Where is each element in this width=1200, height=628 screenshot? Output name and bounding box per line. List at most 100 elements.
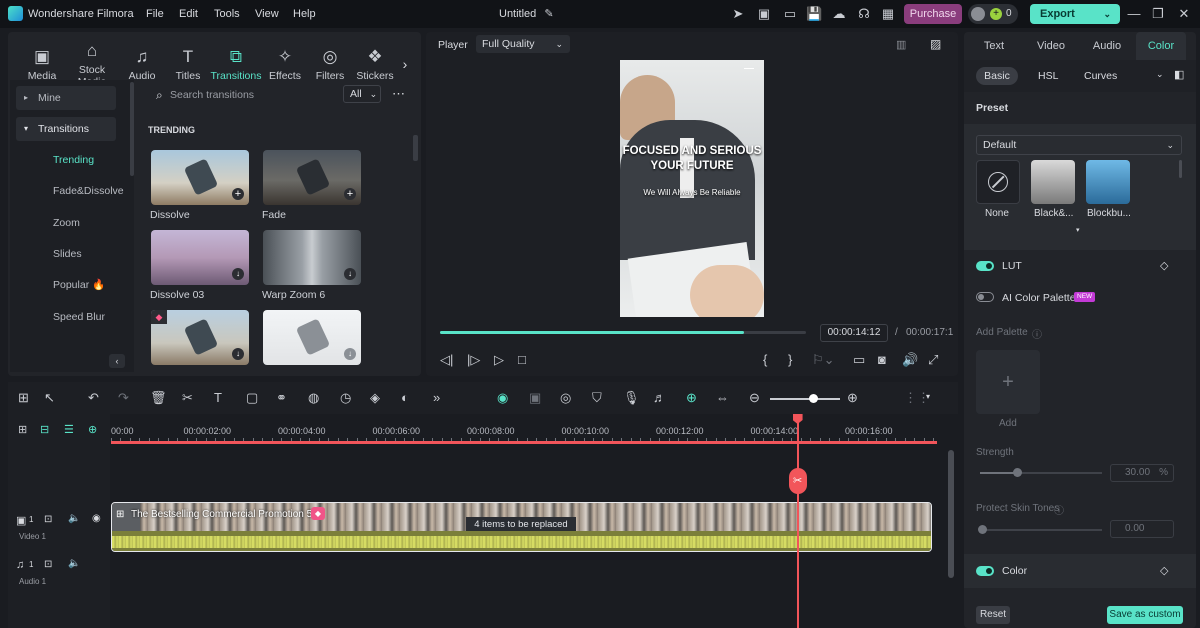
ai-palette-toggle[interactable] bbox=[976, 292, 994, 302]
more-tools-icon[interactable]: » bbox=[433, 390, 440, 405]
mark-out-icon[interactable]: } bbox=[788, 352, 792, 367]
transition-thumb-fade[interactable]: + bbox=[263, 150, 361, 205]
eye-icon[interactable]: ◉ bbox=[92, 513, 101, 524]
time-ruler[interactable]: 00:00 00:00:02:00 00:00:04:00 00:00:06:00 00… bbox=[111, 414, 941, 444]
keyframe-icon[interactable]: ◇ bbox=[1160, 564, 1168, 577]
zoom-slider[interactable] bbox=[770, 398, 840, 400]
add-track-icon[interactable]: ⊕ bbox=[686, 390, 697, 406]
microphone-icon[interactable]: 🎙 bbox=[623, 390, 640, 406]
redo-icon[interactable]: ↷ bbox=[118, 390, 129, 406]
filter-select[interactable]: All ⌄ bbox=[343, 85, 381, 103]
text-tool-icon[interactable]: T bbox=[214, 390, 222, 405]
delete-icon[interactable]: 🗑 bbox=[150, 390, 167, 406]
layout-icon[interactable]: ⊞ bbox=[18, 390, 29, 406]
support-icon[interactable]: ☊ bbox=[856, 6, 872, 22]
download-icon[interactable]: ↓ bbox=[344, 268, 356, 280]
ai-tool-icon[interactable]: ◍ bbox=[308, 390, 319, 406]
preset-blockbuster[interactable] bbox=[1086, 160, 1130, 204]
collapse-sidebar-icon[interactable]: ‹ bbox=[109, 354, 125, 368]
select-tool-icon[interactable]: ↖ bbox=[44, 390, 55, 406]
mark-in-icon[interactable]: { bbox=[763, 352, 767, 367]
split-icon[interactable]: ✂ bbox=[182, 390, 193, 406]
download-icon[interactable]: ↓ bbox=[232, 348, 244, 360]
previous-frame-icon[interactable]: ◁| bbox=[440, 352, 453, 368]
tab-text[interactable]: Text bbox=[964, 32, 1024, 60]
search-input[interactable]: Search transitions bbox=[170, 89, 340, 101]
add-track-icon[interactable]: ⊞ bbox=[18, 423, 27, 436]
menu-file[interactable]: File bbox=[146, 8, 164, 20]
strength-knob[interactable] bbox=[1013, 468, 1022, 477]
preset-scrollbar[interactable] bbox=[1179, 160, 1182, 178]
tab-titles[interactable]: T Titles bbox=[166, 46, 210, 82]
export-button[interactable]: Export ⌄ bbox=[1030, 4, 1120, 24]
split-scissors-icon[interactable]: ✂ bbox=[788, 468, 807, 494]
cloud-upload-icon[interactable]: ☁ bbox=[831, 6, 847, 22]
sidebar-item-slides[interactable]: Slides bbox=[53, 242, 82, 266]
tab-effects[interactable]: ✧ Effects bbox=[262, 46, 308, 82]
auto-beat-icon[interactable]: ◎ bbox=[560, 390, 571, 406]
track-manage-icon[interactable]: ☰ bbox=[64, 423, 74, 436]
fit-icon[interactable]: ⇔ bbox=[716, 390, 729, 405]
snap-icon[interactable]: ⊕ bbox=[88, 423, 97, 436]
message-icon[interactable]: ▭ bbox=[782, 6, 798, 22]
link-icon[interactable]: ⊟ bbox=[40, 423, 49, 436]
camera-icon[interactable]: ◙ bbox=[878, 352, 886, 367]
strength-input[interactable]: 30.00% bbox=[1110, 464, 1174, 482]
video-clip[interactable]: ⊞ The Bestselling Commercial Promotion 5… bbox=[111, 502, 932, 552]
skin-tones-knob[interactable] bbox=[978, 525, 987, 534]
transition-thumb-dissolve-03[interactable]: ↓ bbox=[151, 230, 249, 285]
sidebar-item-zoom[interactable]: Zoom bbox=[53, 211, 80, 235]
more-options-icon[interactable]: ⋯ bbox=[392, 86, 405, 102]
audio-list-icon[interactable]: ♬ bbox=[653, 390, 666, 405]
current-time[interactable]: 00:00:14:12 bbox=[820, 324, 888, 342]
play-icon[interactable]: ▷ bbox=[494, 352, 504, 368]
send-icon[interactable]: ➤ bbox=[730, 6, 746, 22]
zoom-knob[interactable] bbox=[809, 394, 818, 403]
tab-filters[interactable]: ◎ Filters bbox=[308, 46, 352, 82]
menu-help[interactable]: Help bbox=[293, 8, 316, 20]
stop-icon[interactable]: □ bbox=[518, 352, 526, 367]
preset-none[interactable] bbox=[976, 160, 1020, 204]
display-icon[interactable]: ▭ bbox=[853, 352, 865, 368]
mask-icon[interactable]: ◐ bbox=[401, 390, 409, 405]
mute-icon[interactable]: 🔈 bbox=[68, 513, 80, 524]
sidebar-item-trending[interactable]: Trending bbox=[53, 148, 94, 172]
color-toggle[interactable] bbox=[976, 566, 994, 576]
transition-thumb-dissolve[interactable]: + bbox=[151, 150, 249, 205]
tab-audio[interactable]: ♫ Audio bbox=[118, 46, 166, 82]
preset-black[interactable] bbox=[1031, 160, 1075, 204]
preset-select[interactable]: Default ⌄ bbox=[976, 135, 1182, 155]
transition-thumb-premium[interactable]: ◆ ↓ bbox=[151, 310, 249, 365]
tab-video[interactable]: Video bbox=[1024, 32, 1078, 60]
mute-icon[interactable]: 🔈 bbox=[68, 558, 80, 569]
cloud-project-icon[interactable]: ▣ bbox=[756, 6, 772, 22]
speed-icon[interactable]: ◷ bbox=[340, 390, 351, 406]
add-icon[interactable]: + bbox=[344, 188, 356, 200]
ai-copilot-icon[interactable]: ◉ bbox=[497, 390, 508, 406]
download-icon[interactable]: ↓ bbox=[344, 348, 356, 360]
chevron-right-icon[interactable]: › bbox=[398, 56, 412, 72]
tab-media[interactable]: ▣ Media bbox=[18, 46, 66, 82]
transition-thumb-warp-zoom-6[interactable]: ↓ bbox=[263, 230, 361, 285]
zoom-out-icon[interactable]: ⊖ bbox=[749, 390, 760, 406]
quality-select[interactable]: Full Quality ⌄ bbox=[476, 35, 570, 53]
menu-edit[interactable]: Edit bbox=[179, 8, 198, 20]
sidebar-scrollbar[interactable] bbox=[130, 82, 134, 176]
transition-thumb-white[interactable]: ↓ bbox=[263, 310, 361, 365]
library-scrollbar[interactable] bbox=[413, 135, 418, 161]
sidebar-item-mine[interactable]: ▸ Mine bbox=[16, 86, 116, 110]
purchase-button[interactable]: Purchase bbox=[904, 4, 962, 24]
shield-icon[interactable]: ⛉ bbox=[592, 390, 602, 406]
add-icon[interactable]: + bbox=[232, 188, 244, 200]
chevron-down-icon[interactable]: ⌄ bbox=[1156, 69, 1164, 80]
maximize-icon[interactable]: ❐ bbox=[1150, 6, 1166, 22]
snapshot-view-icon[interactable]: ▨ bbox=[930, 37, 941, 51]
save-as-custom-button[interactable]: Save as custom bbox=[1107, 606, 1183, 624]
undo-icon[interactable]: ↶ bbox=[88, 390, 99, 406]
sidebar-item-transitions[interactable]: ▾ Transitions bbox=[16, 117, 116, 141]
next-frame-icon[interactable]: |▷ bbox=[467, 352, 480, 368]
rename-icon[interactable]: ✎ bbox=[541, 6, 557, 22]
toggle-on[interactable] bbox=[976, 566, 994, 576]
tab-transitions[interactable]: ⧉ Transitions bbox=[210, 46, 262, 82]
compare-view-icon[interactable]: ▥ bbox=[896, 38, 906, 51]
